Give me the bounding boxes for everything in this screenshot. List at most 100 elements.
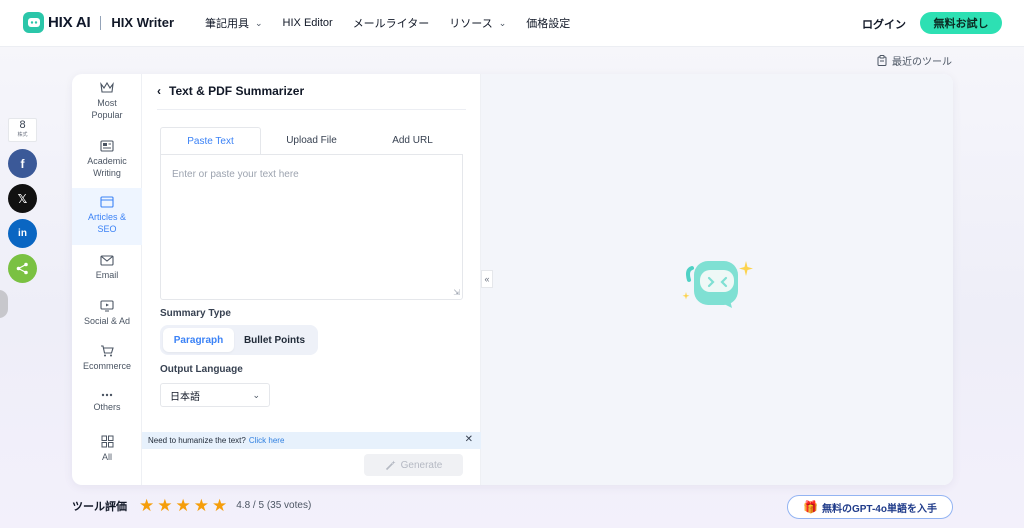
back-arrow-icon[interactable]: ‹ [157,84,161,98]
generic-share-button[interactable] [8,254,37,283]
generate-button[interactable]: Generate [364,454,463,476]
sidebar-item-most-popular[interactable]: Most Popular [72,82,142,130]
bullet-points-option[interactable]: Bullet Points [234,328,315,352]
newspaper-icon [100,140,114,152]
main-nav: 筆記用具 ⌄ HIX Editor メールライター リソース ⌄ 価格設定 [205,15,590,31]
sidebar-item-email[interactable]: Email [72,255,142,291]
grid-icon [101,435,113,448]
sidebar-item-label: Most Popular [91,98,123,120]
more-icon [101,393,113,397]
star-icon[interactable]: ★ [139,497,154,514]
tool-card: Most Popular Academic Writing Articles &… [72,74,953,485]
x-icon: 𝕏 [17,191,28,206]
clipboard-icon [877,55,887,66]
tab-paste-text[interactable]: Paste Text [160,127,261,155]
humanize-banner-text: Need to humanize the text? [148,436,246,445]
output-language-select[interactable]: 日本語 ⌄ [160,383,270,407]
recent-tools-link[interactable]: 最近のツール [877,53,952,68]
nav-writing-tools[interactable]: 筆記用具 ⌄ [205,15,263,31]
free-trial-button[interactable]: 無料お試し [920,12,1002,34]
close-icon[interactable]: ✕ [465,434,473,445]
nav-label: 価格設定 [526,18,571,30]
nav-resources[interactable]: リソース ⌄ [449,15,506,31]
hix-logo-icon [23,12,44,33]
magic-wand-icon [385,460,396,470]
star-icon[interactable]: ★ [157,497,172,514]
sidebar-item-academic-writing[interactable]: Academic Writing [72,140,142,188]
nav-label: 筆記用具 [205,18,249,30]
monitor-icon [100,300,114,312]
crown-icon [100,82,114,93]
rating-score: 4.8 / 5 (35 votes) [236,500,312,511]
sidebar-item-label: Others [93,402,121,412]
share-count-number: 8 [19,119,26,131]
sidebar-item-label: All [101,452,112,462]
tab-add-url[interactable]: Add URL [362,127,463,155]
star-rating[interactable]: ★ ★ ★ ★ ★ [139,497,230,514]
generate-label: Generate [400,459,443,471]
logo[interactable]: HIX AI HIX Writer [23,12,174,33]
star-icon[interactable]: ★ [212,497,227,514]
sidebar-item-ecommerce[interactable]: Ecommerce [72,345,142,381]
star-icon[interactable]: ★ [176,497,191,514]
output-language-label: Output Language [160,364,243,375]
nav-pricing[interactable]: 価格設定 [526,15,570,31]
humanize-banner: Need to humanize the text? Click here ✕ [142,432,481,449]
text-input[interactable]: Enter or paste your text here ⇲ [160,154,463,300]
text-input-placeholder: Enter or paste your text here [172,169,299,180]
top-header: HIX AI HIX Writer 筆記用具 ⌄ HIX Editor メールラ… [0,0,1024,46]
chevron-down-icon: ⌄ [498,17,507,28]
sidebar-item-all[interactable]: All [72,435,142,471]
nav-email-writer[interactable]: メールライター [353,15,430,31]
share-count-label: 株式 [17,132,28,138]
output-language-value: 日本語 [170,391,200,403]
resize-handle-icon[interactable]: ⇲ [453,288,460,297]
facebook-share-button[interactable]: f [8,149,37,178]
sidebar-item-others[interactable]: Others [72,392,142,422]
product-name: HIX Writer [111,15,175,30]
tool-title: Text & PDF Summarizer [169,84,305,98]
tab-upload-file[interactable]: Upload File [261,127,362,155]
brand-divider [100,15,102,30]
linkedin-share-button[interactable]: in [8,219,37,248]
output-preview-panel: « [481,74,953,485]
summarizer-form: ‹ Text & PDF Summarizer Paste Text Uploa… [142,74,481,485]
side-scroll-handle[interactable] [0,290,8,318]
rating-title: ツール評価 [72,500,127,513]
tool-rating: ツール評価 ★ ★ ★ ★ ★ 4.8 / 5 (35 votes) [72,497,311,514]
nav-label: メールライター [352,18,430,30]
paragraph-option[interactable]: Paragraph [163,328,234,352]
gift-icon: 🎁 [803,500,818,514]
sidebar-item-label: Ecommerce [82,361,131,371]
sidebar-item-label: Email [95,270,119,280]
input-tabs: Paste Text Upload File Add URL [160,127,463,155]
nav-hix-editor[interactable]: HIX Editor [283,15,333,31]
sidebar-item-articles-seo[interactable]: Articles & SEO [72,188,142,245]
recent-tools-label: 最近のツール [892,57,952,68]
humanize-link[interactable]: Click here [249,436,285,445]
collapse-panel-icon[interactable]: « [481,270,493,288]
brand-name: HIX AI [48,14,91,31]
sidebar-item-social-ad[interactable]: Social & Ad [72,300,142,336]
article-icon [100,196,114,208]
free-gpt4o-words-button[interactable]: 🎁 無料のGPT-4o単語を入手 [787,495,953,519]
linkedin-icon: in [18,228,27,239]
title-divider [157,109,466,110]
chevron-down-icon: ⌄ [255,17,263,28]
summary-type-label: Summary Type [160,308,231,319]
nav-label: リソース [449,18,493,30]
category-sidebar: Most Popular Academic Writing Articles &… [72,74,142,485]
robot-mascot-icon [682,261,753,308]
summary-type-toggle: Paragraph Bullet Points [160,325,318,355]
chevron-down-icon: ⌄ [252,389,260,400]
sidebar-item-label: Social & Ad [83,316,131,326]
facebook-icon: f [20,156,25,171]
cart-icon [101,345,114,357]
x-share-button[interactable]: 𝕏 [8,184,37,213]
share-icon [16,262,28,275]
login-link[interactable]: ログイン [862,16,906,32]
star-icon[interactable]: ★ [194,497,209,514]
free-gpt4o-label: 無料のGPT-4o単語を入手 [821,503,937,515]
sidebar-item-label: Academic Writing [87,156,127,178]
nav-label: HIX Editor [282,17,333,29]
